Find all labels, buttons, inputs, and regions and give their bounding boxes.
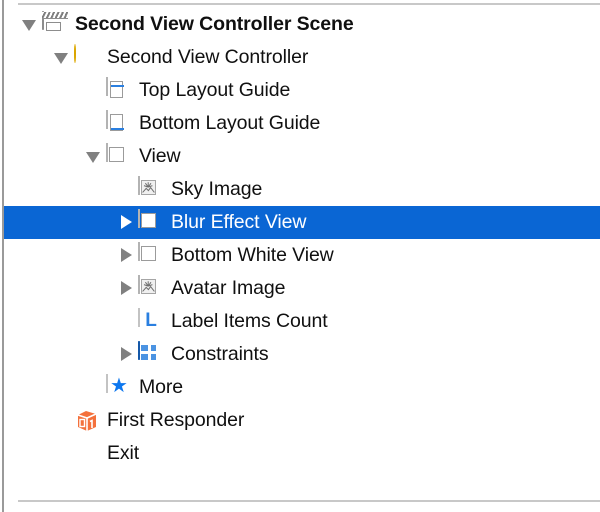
chevron-right-icon[interactable] bbox=[116, 206, 138, 239]
outline-row-label: Blur Effect View bbox=[171, 210, 307, 233]
outline-row-label: Sky Image bbox=[171, 177, 263, 200]
label-icon: L bbox=[138, 307, 164, 335]
bottom-layout-guide-icon bbox=[106, 109, 132, 137]
image-view-icon bbox=[138, 274, 164, 302]
outline-row[interactable]: Bottom Layout Guide bbox=[4, 107, 600, 140]
outline-row[interactable]: View bbox=[4, 140, 600, 173]
outline-row[interactable]: L Label Items Count bbox=[4, 305, 600, 338]
outline-row-label: Top Layout Guide bbox=[139, 78, 291, 101]
scene-clapperboard-icon bbox=[42, 10, 68, 38]
document-outline-panel: Second View Controller Scene Second View … bbox=[0, 0, 600, 512]
panel-bottom-divider bbox=[18, 500, 600, 502]
outline-row-label: View bbox=[139, 144, 181, 167]
outline-row-label: Second View Controller bbox=[107, 45, 309, 68]
outline-row[interactable]: First Responder bbox=[4, 404, 600, 437]
outline-row[interactable]: Sky Image bbox=[4, 173, 600, 206]
outline-row-label: Bottom White View bbox=[171, 243, 334, 266]
outline-row-label: More bbox=[139, 375, 184, 398]
outline-row[interactable]: Constraints bbox=[4, 338, 600, 371]
outline-row-label: Label Items Count bbox=[171, 309, 328, 332]
view-controller-icon bbox=[74, 43, 100, 71]
constraints-icon bbox=[138, 340, 164, 368]
view-icon bbox=[138, 241, 164, 269]
view-icon bbox=[138, 208, 164, 236]
outline-row-label: Second View Controller Scene bbox=[75, 12, 354, 35]
image-view-icon bbox=[138, 175, 164, 203]
outline-row[interactable]: Second View Controller bbox=[4, 41, 600, 74]
outline-row-label: Bottom Layout Guide bbox=[139, 111, 321, 134]
outline-row-label: Avatar Image bbox=[171, 276, 286, 299]
outline-row[interactable]: Blur Effect View bbox=[4, 206, 600, 239]
chevron-down-icon[interactable] bbox=[84, 140, 106, 173]
outline-row-label: Constraints bbox=[171, 342, 269, 365]
view-icon bbox=[106, 142, 132, 170]
outline-row-label: First Responder bbox=[107, 408, 245, 431]
chevron-right-icon[interactable] bbox=[116, 239, 138, 272]
outline-row[interactable]: ★ More bbox=[4, 371, 600, 404]
outline-row-label: Exit bbox=[107, 441, 140, 464]
panel-top-divider bbox=[18, 3, 600, 5]
first-responder-cube-icon bbox=[74, 408, 100, 434]
chevron-right-icon[interactable] bbox=[116, 338, 138, 371]
exit-icon bbox=[74, 441, 100, 467]
chevron-down-icon[interactable] bbox=[20, 8, 42, 41]
chevron-down-icon[interactable] bbox=[52, 41, 74, 74]
outline-row[interactable]: Second View Controller Scene bbox=[4, 8, 600, 41]
outline-row[interactable]: Exit bbox=[4, 437, 600, 470]
more-star-icon: ★ bbox=[106, 373, 132, 401]
outline-tree: Second View Controller Scene Second View … bbox=[4, 8, 600, 470]
outline-row[interactable]: Bottom White View bbox=[4, 239, 600, 272]
chevron-right-icon[interactable] bbox=[116, 272, 138, 305]
outline-row[interactable]: Top Layout Guide bbox=[4, 74, 600, 107]
top-layout-guide-icon bbox=[106, 76, 132, 104]
outline-row[interactable]: Avatar Image bbox=[4, 272, 600, 305]
